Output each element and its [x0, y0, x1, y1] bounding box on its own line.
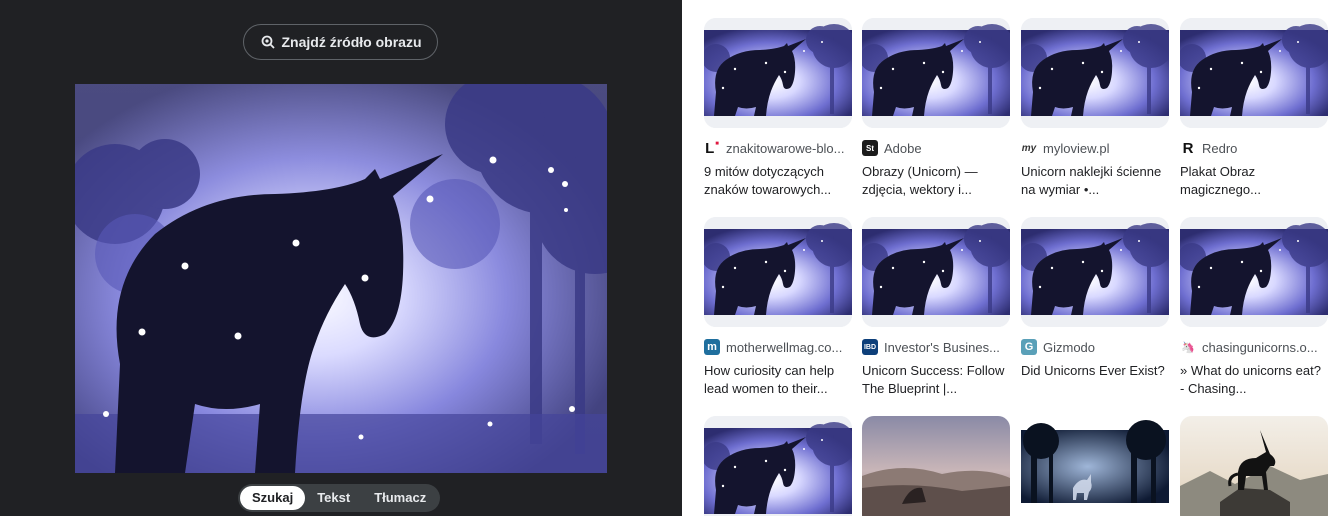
site-favicon-icon: G [1021, 339, 1037, 355]
result-thumbnail[interactable] [1021, 217, 1169, 327]
result-source[interactable]: m motherwellmag.co... [704, 338, 852, 356]
result-thumbnail[interactable] [862, 18, 1010, 128]
image-preview-panel: Znajdź źródło obrazu Szukaj Tekst Tłumac… [0, 0, 682, 516]
result-source-name: Gizmodo [1043, 339, 1096, 355]
result-title[interactable]: Did Unicorns Ever Exist? [1021, 362, 1167, 380]
mode-switcher: Szukaj Tekst Tłumacz [238, 484, 441, 512]
result-source[interactable]: IBD Investor's Busines... [862, 338, 1010, 356]
result-source-name: znakitowarowe-blo... [726, 140, 845, 156]
result-thumbnail[interactable] [862, 217, 1010, 327]
result-thumbnail[interactable] [704, 416, 852, 516]
mode-translate-tab[interactable]: Tłumacz [362, 486, 438, 510]
result-thumbnail[interactable] [1180, 18, 1328, 128]
result-source[interactable]: R Redro [1180, 139, 1328, 157]
result-source[interactable]: G Gizmodo [1021, 338, 1169, 356]
find-image-source-button[interactable]: Znajdź źródło obrazu [243, 24, 438, 60]
result-card[interactable]: IBD Investor's Busines... Unicorn Succes… [862, 217, 1010, 398]
result-thumbnail[interactable] [1021, 416, 1169, 516]
visual-matches-panel: L ■ znakitowarowe-blo... 9 mitów dotycząc… [682, 0, 1329, 516]
result-source-name: Investor's Busines... [884, 339, 1000, 355]
result-card[interactable] [1180, 416, 1328, 516]
result-thumbnail[interactable] [862, 416, 1010, 516]
result-source[interactable]: St Adobe [862, 139, 1010, 157]
result-title[interactable]: How curiosity can help lead women to the… [704, 362, 850, 398]
result-source-name: myloview.pl [1043, 140, 1110, 156]
site-favicon-icon: my [1021, 142, 1037, 154]
result-card[interactable] [704, 416, 852, 516]
find-image-source-label: Znajdź źródło obrazu [281, 34, 422, 50]
result-source-name: Adobe [884, 140, 922, 156]
site-favicon-icon: 🦄 [1181, 341, 1195, 354]
result-thumbnail[interactable] [1180, 217, 1328, 327]
mode-search-tab[interactable]: Szukaj [240, 486, 306, 510]
result-source-name: chasingunicorns.o... [1202, 339, 1318, 355]
result-title[interactable]: 9 mitów dotyczących znaków towarowych... [704, 163, 850, 199]
result-card[interactable]: R Redro Plakat Obraz magicznego... [1180, 18, 1328, 199]
site-favicon-icon: St [862, 140, 878, 156]
lens-search-icon [260, 34, 276, 50]
result-card[interactable] [1021, 416, 1169, 516]
result-source[interactable]: 🦄 chasingunicorns.o... [1180, 338, 1328, 356]
result-card[interactable]: L ■ znakitowarowe-blo... 9 mitów dotycząc… [704, 18, 852, 199]
result-title[interactable]: Unicorn Success: Follow The Blueprint |.… [862, 362, 1008, 398]
selected-image[interactable] [75, 84, 607, 473]
result-card[interactable]: my myloview.pl Unicorn naklejki ścienne … [1021, 18, 1169, 199]
result-title[interactable]: Obrazy (Unicorn) — zdjęcia, wektory i... [862, 163, 1008, 199]
result-thumbnail[interactable] [1021, 18, 1169, 128]
mode-text-tab[interactable]: Tekst [305, 486, 362, 510]
result-card[interactable]: m motherwellmag.co... How curiosity can … [704, 217, 852, 398]
result-title[interactable]: » What do unicorns eat? - Chasing... [1180, 362, 1326, 398]
result-source[interactable]: L ■ znakitowarowe-blo... [704, 139, 852, 157]
result-card[interactable] [862, 416, 1010, 516]
site-favicon-icon: m [704, 339, 720, 355]
result-source[interactable]: my myloview.pl [1021, 139, 1169, 157]
site-favicon-icon: IBD [862, 339, 878, 355]
site-favicon-icon: R [1182, 139, 1194, 157]
site-favicon-icon: L ■ [705, 139, 719, 157]
result-source-name: Redro [1202, 140, 1238, 156]
result-thumbnail[interactable] [704, 217, 852, 327]
result-thumbnail[interactable] [704, 18, 852, 128]
result-card[interactable]: St Adobe Obrazy (Unicorn) — zdjęcia, wek… [862, 18, 1010, 199]
result-title[interactable]: Plakat Obraz magicznego... [1180, 163, 1326, 199]
result-card[interactable]: G Gizmodo Did Unicorns Ever Exist? [1021, 217, 1169, 380]
result-title[interactable]: Unicorn naklejki ścienne na wymiar •... [1021, 163, 1167, 199]
result-card[interactable]: 🦄 chasingunicorns.o... » What do unicorn… [1180, 217, 1328, 398]
result-thumbnail[interactable] [1180, 416, 1328, 516]
result-source-name: motherwellmag.co... [726, 339, 843, 355]
